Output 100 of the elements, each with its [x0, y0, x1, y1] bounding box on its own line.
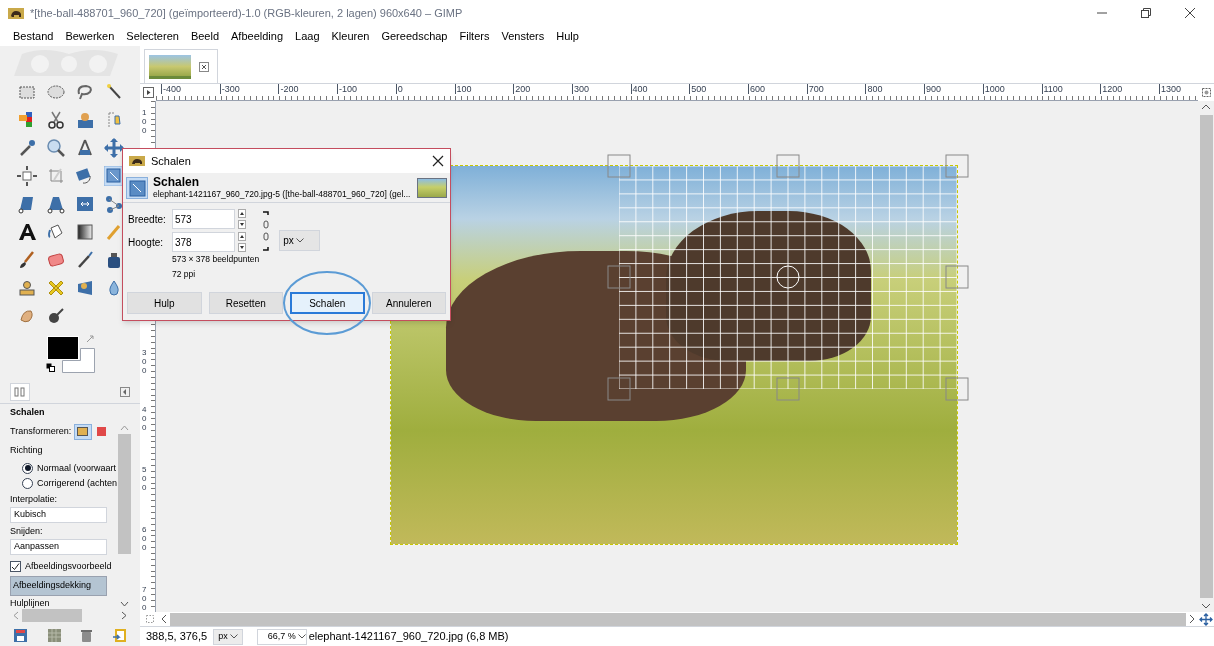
close-icon[interactable] [432, 155, 444, 167]
image-tab[interactable] [144, 49, 218, 83]
dropdown[interactable]: Aanpassen [10, 539, 107, 555]
chevron-down-icon [297, 634, 306, 639]
restore-icon[interactable] [1140, 7, 1152, 19]
scrollbar-thumb[interactable] [1199, 115, 1213, 598]
restore-preset-icon[interactable] [47, 628, 61, 642]
selection-mode-button[interactable] [97, 427, 107, 436]
section-label: Richting [10, 443, 44, 457]
pointer-coordinates: 388,5, 376,5 [146, 629, 208, 645]
ruler-label: 500 [689, 84, 707, 94]
menu-item[interactable]: Filters [459, 27, 490, 45]
menu-item[interactable]: Kleuren [331, 27, 370, 45]
ruler-label: 0 [395, 84, 403, 94]
zoom-fit-icon[interactable] [1200, 87, 1212, 98]
ruler-label: 600 [748, 84, 766, 94]
quick-mask-toggle-icon[interactable] [142, 87, 154, 98]
flip-icon[interactable] [74, 194, 95, 214]
app-icon [8, 7, 24, 19]
dialog-button[interactable]: Hulp [127, 292, 202, 314]
unit-dropdown[interactable]: px [279, 230, 321, 251]
gradient-icon[interactable] [74, 222, 95, 242]
clone-stamp-icon[interactable] [16, 278, 37, 298]
spin-button[interactable] [238, 232, 246, 252]
transform-handle[interactable] [945, 377, 969, 401]
scale-icon[interactable] [103, 166, 124, 186]
ruler-label: -100 [337, 84, 358, 94]
dropdown[interactable]: Kubisch [10, 507, 107, 523]
menu-item[interactable]: Selecteren [126, 27, 179, 45]
menu-item[interactable]: Beeld [190, 27, 220, 45]
dialog-subtitle: elephant-1421167_960_720.jpg-5 ([the-ball-488701_960_720] (gel... [153, 189, 412, 200]
ruler-label: -400 [161, 84, 181, 94]
radio-label: Normaal (voorwaart [37, 461, 117, 475]
navigate-icon[interactable] [1198, 612, 1214, 626]
spin-button[interactable] [238, 209, 246, 229]
transform-handle[interactable] [607, 265, 631, 289]
perspective-icon[interactable] [45, 194, 66, 214]
menu-item[interactable]: Laag [295, 27, 320, 45]
checkbox[interactable] [10, 561, 21, 573]
close-icon[interactable] [199, 61, 209, 72]
center-handle[interactable] [776, 265, 800, 289]
menu-item[interactable]: Hulp [556, 27, 579, 45]
transform-handle[interactable] [776, 154, 800, 178]
swap-colors-icon[interactable] [85, 334, 95, 344]
menu-item[interactable]: Afbeelding [231, 27, 284, 45]
radio-button[interactable] [22, 462, 33, 474]
close-icon[interactable] [1184, 7, 1196, 19]
radio-button[interactable] [22, 477, 33, 489]
foreground-color-swatch[interactable] [47, 336, 79, 360]
menu-item[interactable]: Gereedschap [381, 27, 448, 45]
resolution-info: 72 ppi [171, 269, 197, 279]
ellipse-select-icon[interactable] [45, 82, 66, 102]
menu-item[interactable]: Bewerken [65, 27, 115, 45]
background-color-swatch[interactable] [62, 348, 95, 373]
layer-icon [77, 426, 90, 437]
zoom-dropdown[interactable]: 66,7 % [256, 628, 307, 645]
number-field[interactable]: 378 [172, 232, 235, 252]
menu-item[interactable]: Vensters [501, 27, 545, 45]
move-icon[interactable] [103, 138, 124, 158]
field-label: Breedte: [128, 212, 167, 227]
ruler-label: 1000 [982, 84, 1005, 94]
number-field[interactable]: 573 [172, 209, 235, 229]
ruler-label: 400 [630, 84, 648, 94]
image-thumbnail [149, 54, 191, 79]
scrollbar-thumb[interactable] [118, 434, 131, 554]
ruler-label: 900 [924, 84, 942, 94]
transform-handle[interactable] [776, 377, 800, 401]
menu-item[interactable]: Bestand [13, 27, 54, 45]
default-colors-icon[interactable] [46, 363, 55, 372]
align-icon[interactable] [16, 166, 37, 186]
transform-handle[interactable] [607, 377, 631, 401]
dialog-title: Schalen [151, 153, 191, 169]
delete-icon[interactable] [81, 628, 93, 642]
layer-mode-button[interactable] [74, 423, 93, 440]
transform-handle[interactable] [607, 154, 631, 178]
transform-handle[interactable] [945, 265, 969, 289]
reset-icon[interactable] [112, 628, 126, 642]
ruler-label: 400 [142, 406, 148, 433]
save-preset-icon[interactable] [14, 628, 27, 642]
image-thumbnail [417, 177, 447, 198]
ruler-label: -300 [219, 84, 240, 94]
ruler-label: 1100 [1041, 84, 1063, 94]
transform-handle[interactable] [945, 154, 969, 178]
cage-icon[interactable] [103, 194, 124, 214]
ruler-label: 200 [513, 84, 531, 94]
dialog-button[interactable]: Schalen [290, 292, 365, 314]
zoom-icon[interactable] [45, 138, 66, 158]
app-icon [129, 156, 145, 166]
dropdown[interactable]: Afbeeldingsdekking [10, 576, 107, 596]
scrollbar-thumb[interactable] [22, 609, 82, 622]
dialog-button[interactable]: Resetten [208, 292, 283, 314]
unit-dropdown[interactable]: px [213, 628, 243, 645]
dialog-button[interactable]: Annuleren [371, 292, 446, 314]
ruler-label: 300 [571, 84, 589, 94]
scissors-icon[interactable] [45, 110, 66, 130]
ruler-label: 300 [142, 349, 148, 376]
text-tool-icon[interactable] [16, 222, 37, 242]
panel-menu-icon[interactable] [120, 386, 130, 397]
ruler-label: -200 [278, 84, 299, 94]
vertical-scrollbar[interactable] [1198, 101, 1214, 612]
